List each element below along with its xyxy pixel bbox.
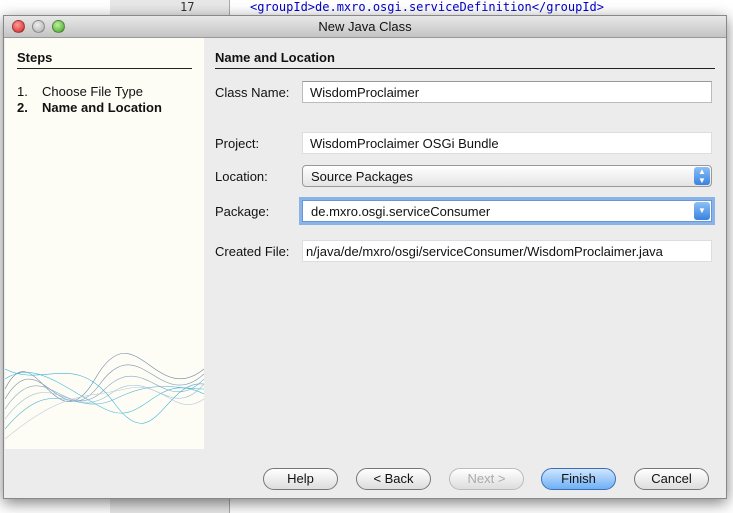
- class-name-input[interactable]: WisdomProclaimer: [302, 81, 712, 103]
- new-java-class-dialog: New Java Class Steps 1. Choose File Type …: [3, 15, 727, 499]
- next-button: Next >: [449, 468, 524, 490]
- wave-decoration-image: [5, 353, 204, 440]
- section-heading: Name and Location: [215, 50, 715, 69]
- project-label: Project:: [215, 136, 260, 151]
- chevron-up-down-icon: ▲ ▼: [694, 167, 710, 185]
- step-choose-file-type: 1. Choose File Type: [17, 84, 143, 99]
- steps-panel: Steps 1. Choose File Type 2. Name and Loca…: [5, 38, 204, 449]
- help-button[interactable]: Help: [263, 468, 338, 490]
- finish-button[interactable]: Finish: [541, 468, 616, 490]
- package-label: Package:: [215, 204, 270, 219]
- close-button[interactable]: [12, 20, 25, 33]
- location-select[interactable]: Source Packages ▲ ▼: [302, 165, 712, 187]
- project-field: WisdomProclaimer OSGi Bundle: [302, 132, 712, 154]
- class-name-label: Class Name:: [215, 85, 290, 100]
- location-label: Location:: [215, 169, 268, 184]
- created-file-label: Created File:: [215, 244, 290, 259]
- created-file-field: n/java/de/mxro/osgi/serviceConsumer/Wisd…: [302, 240, 712, 262]
- title-bar[interactable]: New Java Class: [4, 16, 726, 38]
- zoom-button[interactable]: [52, 20, 65, 33]
- minimize-button[interactable]: [32, 20, 45, 33]
- package-combo[interactable]: de.mxro.osgi.serviceConsumer ▼: [302, 200, 712, 222]
- line-number: 17: [180, 0, 195, 14]
- steps-heading: Steps: [17, 50, 192, 69]
- cancel-button[interactable]: Cancel: [634, 468, 709, 490]
- step-name-and-location: 2. Name and Location: [17, 100, 162, 115]
- chevron-down-icon[interactable]: ▼: [694, 202, 710, 220]
- back-button[interactable]: < Back: [356, 468, 431, 490]
- code-line: <groupId>de.mxro.osgi.serviceDefinition<…: [250, 0, 605, 14]
- window-title: New Java Class: [318, 19, 412, 34]
